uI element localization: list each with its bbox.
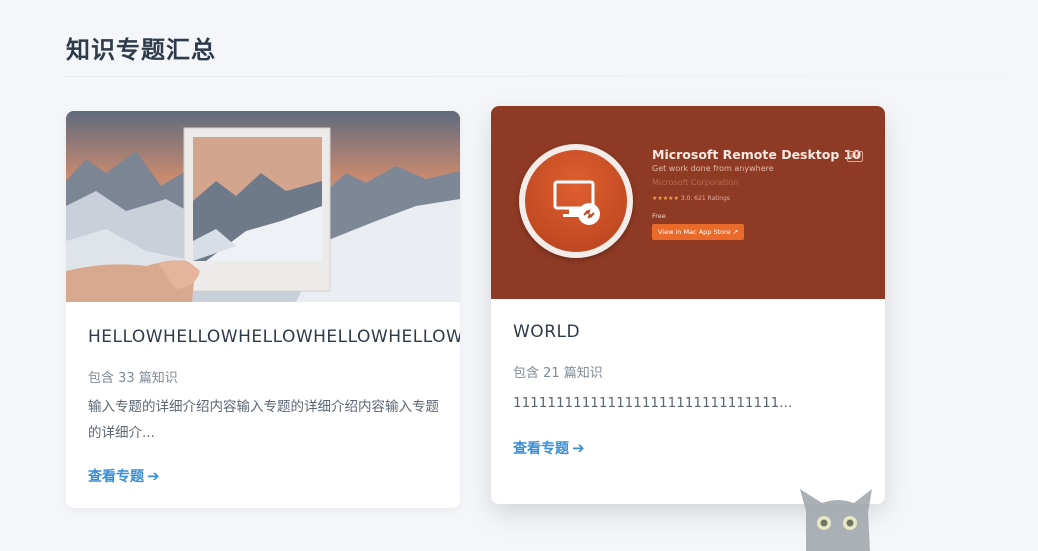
page-title: 知识专题汇总	[66, 36, 216, 64]
app-developer: Microsoft Corporation	[652, 178, 739, 187]
title-divider	[66, 76, 1038, 77]
arrow-right-icon: ➔	[572, 439, 585, 457]
cat-mascot-icon	[800, 489, 872, 551]
topic-description: 1111111111111111111111111111111...	[513, 395, 793, 411]
topic-card[interactable]: HELLOWHELLOWHELLOWHELLOWHELLOW 包含 33 篇知识…	[66, 111, 460, 508]
topic-count: 包含 33 篇知识	[88, 371, 178, 386]
topic-cover-image	[66, 111, 460, 302]
view-topic-link[interactable]: 查看专题 ➔	[88, 466, 160, 486]
app-name: Microsoft Remote Desktop 10	[652, 147, 862, 162]
app-rating: ★★★★★ 3.0, 621 Ratings	[652, 195, 730, 202]
view-topic-label: 查看专题	[513, 441, 569, 457]
app-subtitle: Get work done from anywhere	[652, 164, 774, 173]
app-price: Free	[652, 212, 666, 220]
arrow-right-icon: ➔	[147, 467, 160, 485]
view-topic-link[interactable]: 查看专题 ➔	[513, 438, 585, 458]
star-rating-icon: ★★★★★	[652, 195, 679, 202]
topic-title: WORLD	[513, 322, 581, 342]
remote-desktop-app-icon	[519, 144, 633, 258]
topic-title: HELLOWHELLOWHELLOWHELLOWHELLOW	[88, 327, 460, 347]
age-rating-badge: 4+	[847, 151, 864, 162]
topic-cover-image: Microsoft Remote Desktop 10 4+ Get work …	[491, 106, 885, 299]
rating-text: 3.0, 621 Ratings	[680, 195, 731, 202]
topic-card[interactable]: Microsoft Remote Desktop 10 4+ Get work …	[491, 106, 885, 504]
topic-description: 输入专题的详细介绍内容输入专题的详细介绍内容输入专题的详细介...	[88, 399, 439, 441]
view-topic-label: 查看专题	[88, 469, 144, 485]
view-in-store-button: View in Mac App Store ↗	[652, 224, 745, 240]
topic-count: 包含 21 篇知识	[513, 366, 603, 381]
